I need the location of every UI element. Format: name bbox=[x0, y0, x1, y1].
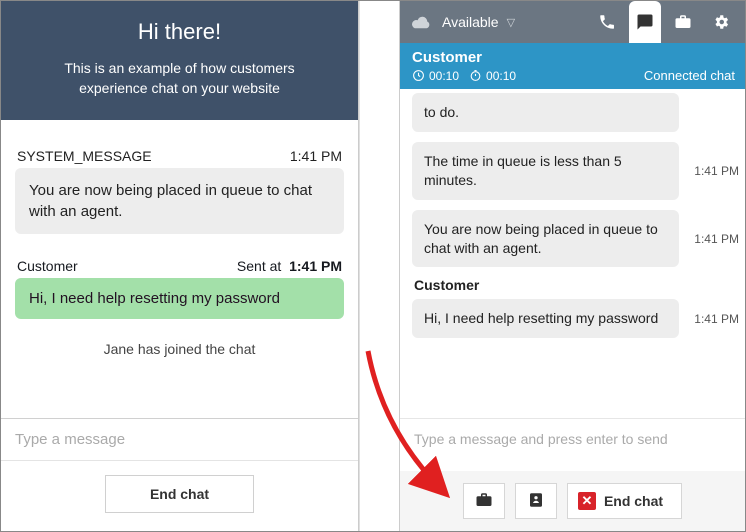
customer-message-time: Sent at 1:41 PM bbox=[237, 258, 342, 274]
contact-name: Customer bbox=[412, 49, 735, 66]
end-chat-label: End chat bbox=[604, 493, 663, 509]
chat-message-row: You are now being placed in queue to cha… bbox=[412, 210, 739, 268]
message-time: 1:41 PM bbox=[687, 312, 739, 326]
customer-widget-header: Hi there! This is an example of how cust… bbox=[1, 1, 358, 120]
availability-dropdown[interactable]: Available ▽ bbox=[442, 14, 515, 30]
customer-chat-widget: Hi there! This is an example of how cust… bbox=[1, 1, 359, 531]
briefcase-icon bbox=[475, 491, 493, 512]
customer-sender-label: Customer bbox=[17, 258, 78, 274]
system-message-bubble: You are now being placed in queue to cha… bbox=[15, 168, 344, 234]
system-sender-label: SYSTEM_MESSAGE bbox=[17, 148, 152, 164]
customer-message-input[interactable]: Type a message bbox=[1, 418, 358, 460]
contact-card-button[interactable] bbox=[515, 483, 557, 519]
active-contact-header: Customer 00:10 00:10 Connected chat bbox=[400, 43, 745, 89]
system-message-header: SYSTEM_MESSAGE 1:41 PM bbox=[15, 130, 344, 168]
chevron-down-icon: ▽ bbox=[507, 16, 515, 29]
agent-joined-notice: Jane has joined the chat bbox=[15, 319, 344, 367]
widget-title: Hi there! bbox=[31, 19, 328, 45]
briefcase-button[interactable] bbox=[463, 483, 505, 519]
widget-subtitle: This is an example of how customers expe… bbox=[31, 59, 328, 98]
contact-status: Connected chat bbox=[644, 68, 735, 83]
chat-tab[interactable] bbox=[629, 1, 661, 43]
customer-message-bubble: Hi, I need help resetting my password bbox=[15, 278, 344, 319]
close-icon: ✕ bbox=[578, 492, 596, 510]
customer-sender-label: Customer bbox=[414, 277, 739, 293]
stopwatch-icon bbox=[469, 69, 482, 82]
chat-message-row: to do. bbox=[412, 93, 739, 132]
agent-message-input[interactable]: Type a message and press enter to send bbox=[400, 418, 745, 471]
customer-bubble: Hi, I need help resetting my password bbox=[412, 299, 679, 338]
pane-divider bbox=[359, 1, 399, 531]
end-chat-button[interactable]: End chat bbox=[105, 475, 254, 513]
chat-message-row: Hi, I need help resetting my password 1:… bbox=[412, 299, 739, 338]
system-bubble: to do. bbox=[412, 93, 679, 132]
agent-contact-panel: Available ▽ Customer 00:10 00:10 Con bbox=[399, 1, 745, 531]
agent-footer-toolbar: ✕ End chat bbox=[400, 471, 745, 531]
case-tab[interactable] bbox=[667, 6, 699, 38]
agent-end-chat-button[interactable]: ✕ End chat bbox=[567, 483, 682, 519]
agent-chat-transcript[interactable]: to do. The time in queue is less than 5 … bbox=[400, 89, 745, 418]
customer-chat-transcript[interactable]: SYSTEM_MESSAGE 1:41 PM You are now being… bbox=[1, 120, 358, 418]
settings-button[interactable] bbox=[705, 6, 737, 38]
chat-message-row: The time in queue is less than 5 minutes… bbox=[412, 142, 739, 200]
system-message-time: 1:41 PM bbox=[290, 148, 342, 164]
contact-timer-2: 00:10 bbox=[486, 69, 516, 83]
message-time: 1:41 PM bbox=[687, 232, 739, 246]
customer-message-header: Customer Sent at 1:41 PM bbox=[15, 234, 344, 278]
contact-card-icon bbox=[527, 491, 545, 512]
cloud-icon bbox=[410, 14, 432, 30]
system-bubble: You are now being placed in queue to cha… bbox=[412, 210, 679, 268]
availability-status: Available bbox=[442, 14, 499, 30]
agent-top-bar: Available ▽ bbox=[400, 1, 745, 43]
contact-timer-1: 00:10 bbox=[429, 69, 459, 83]
system-bubble: The time in queue is less than 5 minutes… bbox=[412, 142, 679, 200]
message-time: 1:41 PM bbox=[687, 164, 739, 178]
phone-tab[interactable] bbox=[591, 6, 623, 38]
clock-icon bbox=[412, 69, 425, 82]
customer-widget-footer: End chat bbox=[1, 460, 358, 531]
